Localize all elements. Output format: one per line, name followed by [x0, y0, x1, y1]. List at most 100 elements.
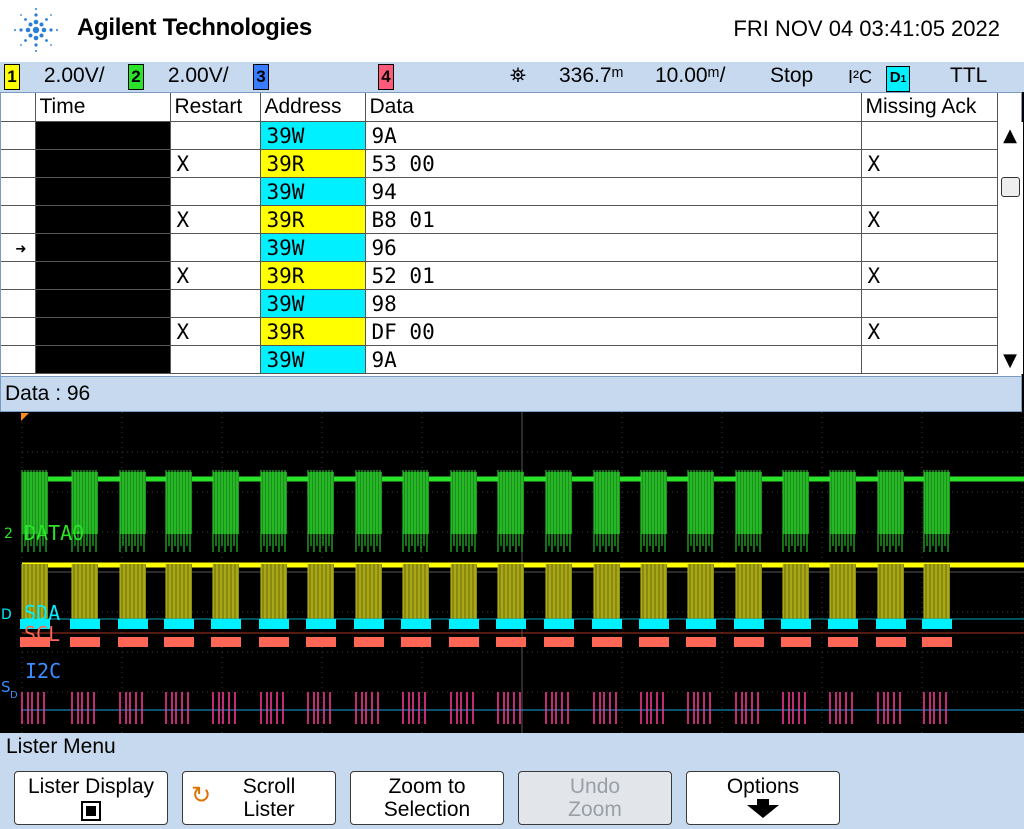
brand-name: Agilent Technologies: [77, 14, 312, 41]
menu-title: Lister Menu: [0, 733, 1024, 761]
col-header-restart[interactable]: Restart: [170, 93, 261, 122]
lister-header-row: Time Restart Address Data Missing Ack: [1, 93, 998, 122]
cell-missing-ack: X: [861, 205, 998, 234]
row-marker: ➜: [1, 233, 36, 262]
selected-row-arrow-icon: ➜: [15, 238, 27, 260]
waveform-display[interactable]: DATA0 2 SDA SCL D I2C S D: [0, 412, 1024, 733]
cell-missing-ack: [861, 121, 998, 150]
cell-restart: X: [170, 205, 261, 234]
cell-address: 39R: [260, 205, 366, 234]
scl-label: SCL: [24, 622, 60, 646]
row-marker: [1, 205, 36, 234]
lister-panel: Time Restart Address Data Missing Ack 33…: [0, 92, 1023, 412]
cell-restart: X: [170, 261, 261, 290]
row-marker: [1, 177, 36, 206]
digital-channel-badge[interactable]: D1: [886, 64, 910, 92]
channel-2-badge: 2: [128, 64, 144, 90]
row-marker: [1, 149, 36, 178]
run-state: Stop: [770, 64, 814, 87]
options-label: Options: [726, 775, 800, 798]
lister-table: Time Restart Address Data Missing Ack 33…: [1, 93, 998, 374]
scroll-up-arrow-icon[interactable]: ▲: [999, 125, 1021, 147]
cell-address: 39W: [260, 289, 366, 318]
cell-data: 94: [365, 177, 862, 206]
title-bar: Agilent Technologies FRI NOV 04 03:41:05…: [0, 0, 1024, 62]
options-down-arrow-icon: [747, 799, 779, 818]
undo-zoom-button[interactable]: Undo Zoom: [518, 771, 672, 825]
table-row[interactable]: 333.3ms X 39R 53 00 X: [1, 149, 998, 178]
digital-badge-letter: D: [889, 69, 901, 86]
agilent-spark-logo: [14, 8, 58, 52]
table-row[interactable]: 337.7ms 39W 9A: [1, 345, 998, 374]
channel-2-status[interactable]: 2 2.00V/: [128, 64, 229, 90]
channel-1-scale: 2.00V/: [43, 64, 105, 87]
channel-4-status[interactable]: 4: [378, 64, 394, 90]
cell-address: 39W: [260, 177, 366, 206]
cell-time: 333.0ms: [35, 121, 171, 150]
i2c-label: I2C: [25, 659, 61, 683]
cell-missing-ack: X: [861, 317, 998, 346]
cell-address: 39W: [260, 345, 366, 374]
protocol-label: I²C: [848, 67, 872, 87]
cell-time: 336.7ms: [35, 261, 171, 290]
cell-data: 98: [365, 289, 862, 318]
cell-restart: [170, 177, 261, 206]
cell-time: 337.1ms: [35, 289, 171, 318]
table-row[interactable]: 333.6ms 39W 94: [1, 177, 998, 206]
trigger-position[interactable]: 336.7ᵐ: [559, 64, 624, 88]
row-marker: [1, 261, 36, 290]
col-header-marker: [1, 93, 36, 122]
col-header-time[interactable]: Time: [35, 93, 171, 122]
table-row[interactable]: 336.7ms X 39R 52 01 X: [1, 261, 998, 290]
cell-time: 333.9ms: [35, 205, 171, 234]
timebase[interactable]: 10.00ᵐ/: [655, 64, 725, 88]
channel-3-badge: 3: [253, 64, 269, 90]
cell-time: 333.6ms: [35, 177, 171, 206]
cell-missing-ack: [861, 233, 998, 262]
serial-decode-sub: D: [10, 690, 18, 701]
table-row[interactable]: 337.1ms 39W 98: [1, 289, 998, 318]
channel-1-badge: 1: [4, 64, 20, 90]
scrollbar-thumb[interactable]: [1001, 177, 1020, 197]
scroll-lister-button[interactable]: ↻ Scroll Lister: [182, 771, 336, 825]
col-header-missing-ack[interactable]: Missing Ack: [861, 93, 998, 122]
row-marker: [1, 317, 36, 346]
cell-address: 39R: [260, 317, 366, 346]
cell-address: 39R: [260, 149, 366, 178]
cell-data: 96: [365, 233, 862, 262]
channel-3-status[interactable]: 3: [253, 64, 269, 90]
cell-data: 9A: [365, 345, 862, 374]
cell-missing-ack: [861, 177, 998, 206]
softkey-bar: Lister Display ↻ Scroll Lister Zoom to S…: [0, 761, 1024, 829]
row-marker: [1, 289, 36, 318]
cell-time: 337.7ms: [35, 345, 171, 374]
lister-display-checkbox[interactable]: [81, 801, 101, 821]
zoom-to-selection-button[interactable]: Zoom to Selection: [350, 771, 504, 825]
table-row[interactable]: 337.4ms X 39R DF 00 X: [1, 317, 998, 346]
status-bar: 1 2.00V/ 2 2.00V/ 3 4 ⛯ 336.7ᵐ 10.00ᵐ/ S…: [0, 62, 1024, 92]
row-marker: [1, 345, 36, 374]
cell-restart: [170, 121, 261, 150]
lister-display-button[interactable]: Lister Display: [14, 771, 168, 825]
cell-missing-ack: X: [861, 261, 998, 290]
zoom-to-selection-line1: Zoom to: [388, 775, 466, 798]
row-marker: [1, 121, 36, 150]
table-row[interactable]: ➜ 336.3ms 39W 96: [1, 233, 998, 262]
col-header-address[interactable]: Address: [260, 93, 366, 122]
cell-address: 39R: [260, 261, 366, 290]
entry-knob-icon: ↻: [191, 782, 212, 809]
cell-address: 39W: [260, 233, 366, 262]
date-time: FRI NOV 04 03:41:05 2022: [733, 16, 1000, 41]
table-row[interactable]: 333.9ms X 39R B8 01 X: [1, 205, 998, 234]
cell-data: 53 00: [365, 149, 862, 178]
col-header-data[interactable]: Data: [365, 93, 862, 122]
selected-data-detail: Data : 96: [1, 376, 1021, 411]
options-button[interactable]: Options: [686, 771, 840, 825]
cell-restart: [170, 345, 261, 374]
channel-1-status[interactable]: 1 2.00V/: [4, 64, 105, 90]
scroll-down-arrow-icon[interactable]: ▼: [999, 350, 1021, 372]
table-row[interactable]: 333.0ms 39W 9A: [1, 121, 998, 150]
lister-scrollbar[interactable]: ▲ ▼: [997, 122, 1023, 374]
channel-4-badge: 4: [378, 64, 394, 90]
channel-2-marker: 2: [4, 526, 13, 542]
